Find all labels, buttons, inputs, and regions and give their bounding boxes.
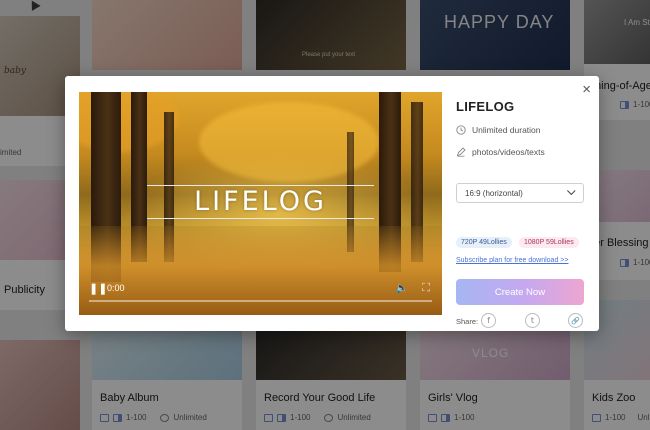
price-badge-1080p: 1080P 59Lollies <box>519 237 579 248</box>
template-name: LIFELOG <box>456 99 515 114</box>
aspect-ratio-value: 16:9 (horizontal) <box>465 188 523 198</box>
create-now-button[interactable]: Create Now <box>456 279 584 305</box>
video-player[interactable]: LIFELOG ❚❚ 0:00 🔈 ⛶ <box>79 92 442 315</box>
aspect-ratio-select[interactable]: 16:9 (horizontal) <box>456 183 584 203</box>
price-badge-720p: 720P 49Lollies <box>456 237 512 248</box>
chevron-down-icon <box>567 186 576 196</box>
media-label: photos/videos/texts <box>472 147 545 157</box>
twitter-icon[interactable]: t <box>525 313 540 328</box>
video-title-overlay: LIFELOG <box>194 186 327 217</box>
current-time: 0:00 <box>107 283 125 293</box>
link-icon[interactable]: 🔗 <box>568 313 583 328</box>
media-row: photos/videos/texts <box>456 147 545 157</box>
duration-label: Unlimited duration <box>472 125 541 135</box>
fullscreen-icon[interactable]: ⛶ <box>422 282 430 295</box>
pencil-icon <box>456 147 466 157</box>
close-icon[interactable]: × <box>582 82 591 97</box>
player-controls: ❚❚ 0:00 🔈 ⛶ <box>79 275 442 315</box>
template-preview-modal: × LIFELOG ❚❚ 0:00 🔈 ⛶ LIFELOG Unlimited … <box>65 76 599 331</box>
subscribe-link[interactable]: Subscribe plan for free download >> <box>456 257 568 264</box>
duration-row: Unlimited duration <box>456 125 541 135</box>
pause-icon[interactable]: ❚❚ <box>89 282 107 295</box>
share-label: Share: <box>456 317 479 326</box>
clock-icon <box>456 125 466 135</box>
title-frame-bottom <box>147 218 374 219</box>
volume-icon[interactable]: 🔈 <box>396 283 408 294</box>
progress-bar[interactable] <box>89 300 432 302</box>
facebook-icon[interactable]: f <box>481 313 496 328</box>
